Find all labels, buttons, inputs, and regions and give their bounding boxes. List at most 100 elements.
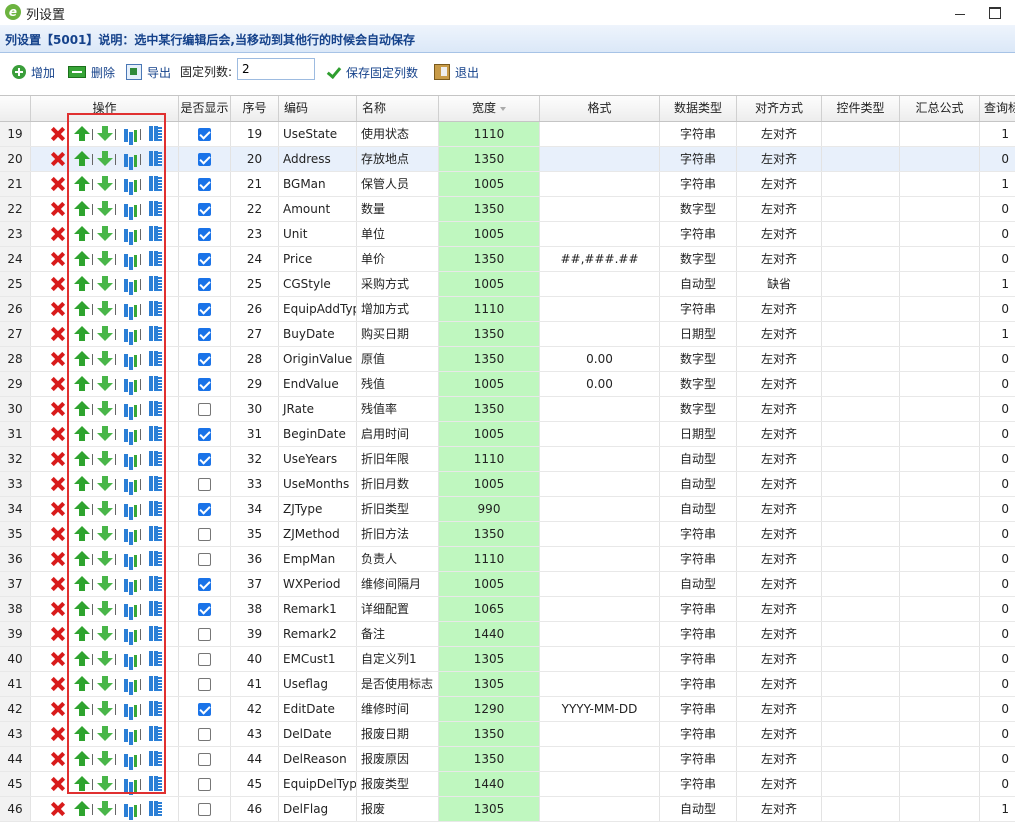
data-type-cell[interactable]: 字符串 — [660, 172, 737, 196]
width-cell[interactable]: 1350 — [439, 347, 540, 371]
delete-row-icon[interactable] — [49, 650, 65, 668]
data-type-cell[interactable]: 数字型 — [660, 247, 737, 271]
summary-formula-cell[interactable] — [900, 747, 980, 771]
alignment-cell[interactable]: 左对齐 — [737, 597, 822, 621]
delete-row-icon[interactable] — [49, 200, 65, 218]
table-row[interactable]: 31 31 BeginDate 启用时间 1005 日期型 左对齐 0 — [0, 422, 1015, 447]
delete-row-icon[interactable] — [49, 125, 65, 143]
query-cell[interactable]: 0 — [980, 222, 1015, 246]
summary-formula-cell[interactable] — [900, 597, 980, 621]
move-down-icon[interactable] — [97, 575, 113, 593]
summary-formula-cell[interactable] — [900, 372, 980, 396]
control-type-cell[interactable] — [822, 522, 900, 546]
delete-row-icon[interactable] — [49, 750, 65, 768]
move-top-icon[interactable] — [122, 175, 138, 193]
query-cell[interactable]: 0 — [980, 522, 1015, 546]
control-type-cell[interactable] — [822, 497, 900, 521]
move-down-icon[interactable] — [97, 650, 113, 668]
summary-formula-cell[interactable] — [900, 697, 980, 721]
move-bottom-icon[interactable] — [147, 400, 163, 418]
move-down-icon[interactable] — [97, 700, 113, 718]
move-bottom-icon[interactable] — [147, 175, 163, 193]
name-cell[interactable]: 报废 — [357, 797, 439, 821]
move-top-icon[interactable] — [122, 675, 138, 693]
control-type-cell[interactable] — [822, 447, 900, 471]
seq-cell[interactable]: 41 — [231, 672, 279, 696]
show-checkbox[interactable] — [198, 378, 211, 391]
data-type-cell[interactable]: 字符串 — [660, 622, 737, 646]
data-type-cell[interactable]: 字符串 — [660, 647, 737, 671]
move-down-icon[interactable] — [97, 425, 113, 443]
code-cell[interactable]: DelDate — [279, 722, 357, 746]
seq-cell[interactable]: 42 — [231, 697, 279, 721]
seq-cell[interactable]: 35 — [231, 522, 279, 546]
move-down-icon[interactable] — [97, 475, 113, 493]
move-bottom-icon[interactable] — [147, 500, 163, 518]
move-top-icon[interactable] — [122, 475, 138, 493]
control-type-cell[interactable] — [822, 647, 900, 671]
format-cell[interactable]: ##,###.## — [540, 247, 660, 271]
move-top-icon[interactable] — [122, 425, 138, 443]
move-down-icon[interactable] — [97, 800, 113, 818]
control-type-cell[interactable] — [822, 747, 900, 771]
control-type-cell[interactable] — [822, 347, 900, 371]
name-cell[interactable]: 自定义列1 — [357, 647, 439, 671]
move-up-icon[interactable] — [74, 550, 90, 568]
alignment-cell[interactable]: 左对齐 — [737, 772, 822, 796]
format-cell[interactable] — [540, 322, 660, 346]
show-checkbox[interactable] — [198, 153, 211, 166]
table-row[interactable]: 22 22 Amount 数量 1350 数字型 左对齐 0 — [0, 197, 1015, 222]
alignment-cell[interactable]: 左对齐 — [737, 372, 822, 396]
name-cell[interactable]: 残值率 — [357, 397, 439, 421]
show-checkbox[interactable] — [198, 528, 211, 541]
seq-cell[interactable]: 24 — [231, 247, 279, 271]
width-cell[interactable]: 1290 — [439, 697, 540, 721]
name-cell[interactable]: 详细配置 — [357, 597, 439, 621]
move-down-icon[interactable] — [97, 750, 113, 768]
show-checkbox[interactable] — [198, 603, 211, 616]
format-cell[interactable] — [540, 522, 660, 546]
query-cell[interactable]: 0 — [980, 597, 1015, 621]
delete-row-icon[interactable] — [49, 550, 65, 568]
control-type-cell[interactable] — [822, 597, 900, 621]
control-type-cell[interactable] — [822, 797, 900, 821]
move-top-icon[interactable] — [122, 150, 138, 168]
move-up-icon[interactable] — [74, 225, 90, 243]
code-cell[interactable]: Remark1 — [279, 597, 357, 621]
move-top-icon[interactable] — [122, 250, 138, 268]
move-up-icon[interactable] — [74, 275, 90, 293]
code-cell[interactable]: DelReason — [279, 747, 357, 771]
summary-formula-cell[interactable] — [900, 647, 980, 671]
control-type-cell[interactable] — [822, 147, 900, 171]
maximize-button[interactable] — [985, 2, 1005, 22]
code-cell[interactable]: UseState — [279, 122, 357, 146]
move-up-icon[interactable] — [74, 325, 90, 343]
show-checkbox[interactable] — [198, 578, 211, 591]
width-cell[interactable]: 1350 — [439, 522, 540, 546]
show-checkbox[interactable] — [198, 678, 211, 691]
format-cell[interactable] — [540, 197, 660, 221]
move-bottom-icon[interactable] — [147, 150, 163, 168]
move-top-icon[interactable] — [122, 200, 138, 218]
format-cell[interactable]: 0.00 — [540, 347, 660, 371]
format-cell[interactable] — [540, 422, 660, 446]
move-bottom-icon[interactable] — [147, 450, 163, 468]
move-up-icon[interactable] — [74, 125, 90, 143]
seq-cell[interactable]: 45 — [231, 772, 279, 796]
move-down-icon[interactable] — [97, 500, 113, 518]
name-cell[interactable]: 折旧月数 — [357, 472, 439, 496]
name-cell[interactable]: 保管人员 — [357, 172, 439, 196]
data-type-cell[interactable]: 自动型 — [660, 797, 737, 821]
control-type-cell[interactable] — [822, 197, 900, 221]
delete-row-icon[interactable] — [49, 675, 65, 693]
show-checkbox[interactable] — [198, 553, 211, 566]
move-down-icon[interactable] — [97, 450, 113, 468]
header-data-type[interactable]: 数据类型 — [660, 96, 737, 121]
table-row[interactable]: 37 37 WXPeriod 维修间隔月 1005 自动型 左对齐 0 — [0, 572, 1015, 597]
header-operations[interactable]: 操作 — [31, 96, 179, 121]
table-row[interactable]: 29 29 EndValue 残值 1005 0.00 数字型 左对齐 0 — [0, 372, 1015, 397]
move-down-icon[interactable] — [97, 325, 113, 343]
move-bottom-icon[interactable] — [147, 300, 163, 318]
alignment-cell[interactable]: 左对齐 — [737, 497, 822, 521]
format-cell[interactable] — [540, 497, 660, 521]
